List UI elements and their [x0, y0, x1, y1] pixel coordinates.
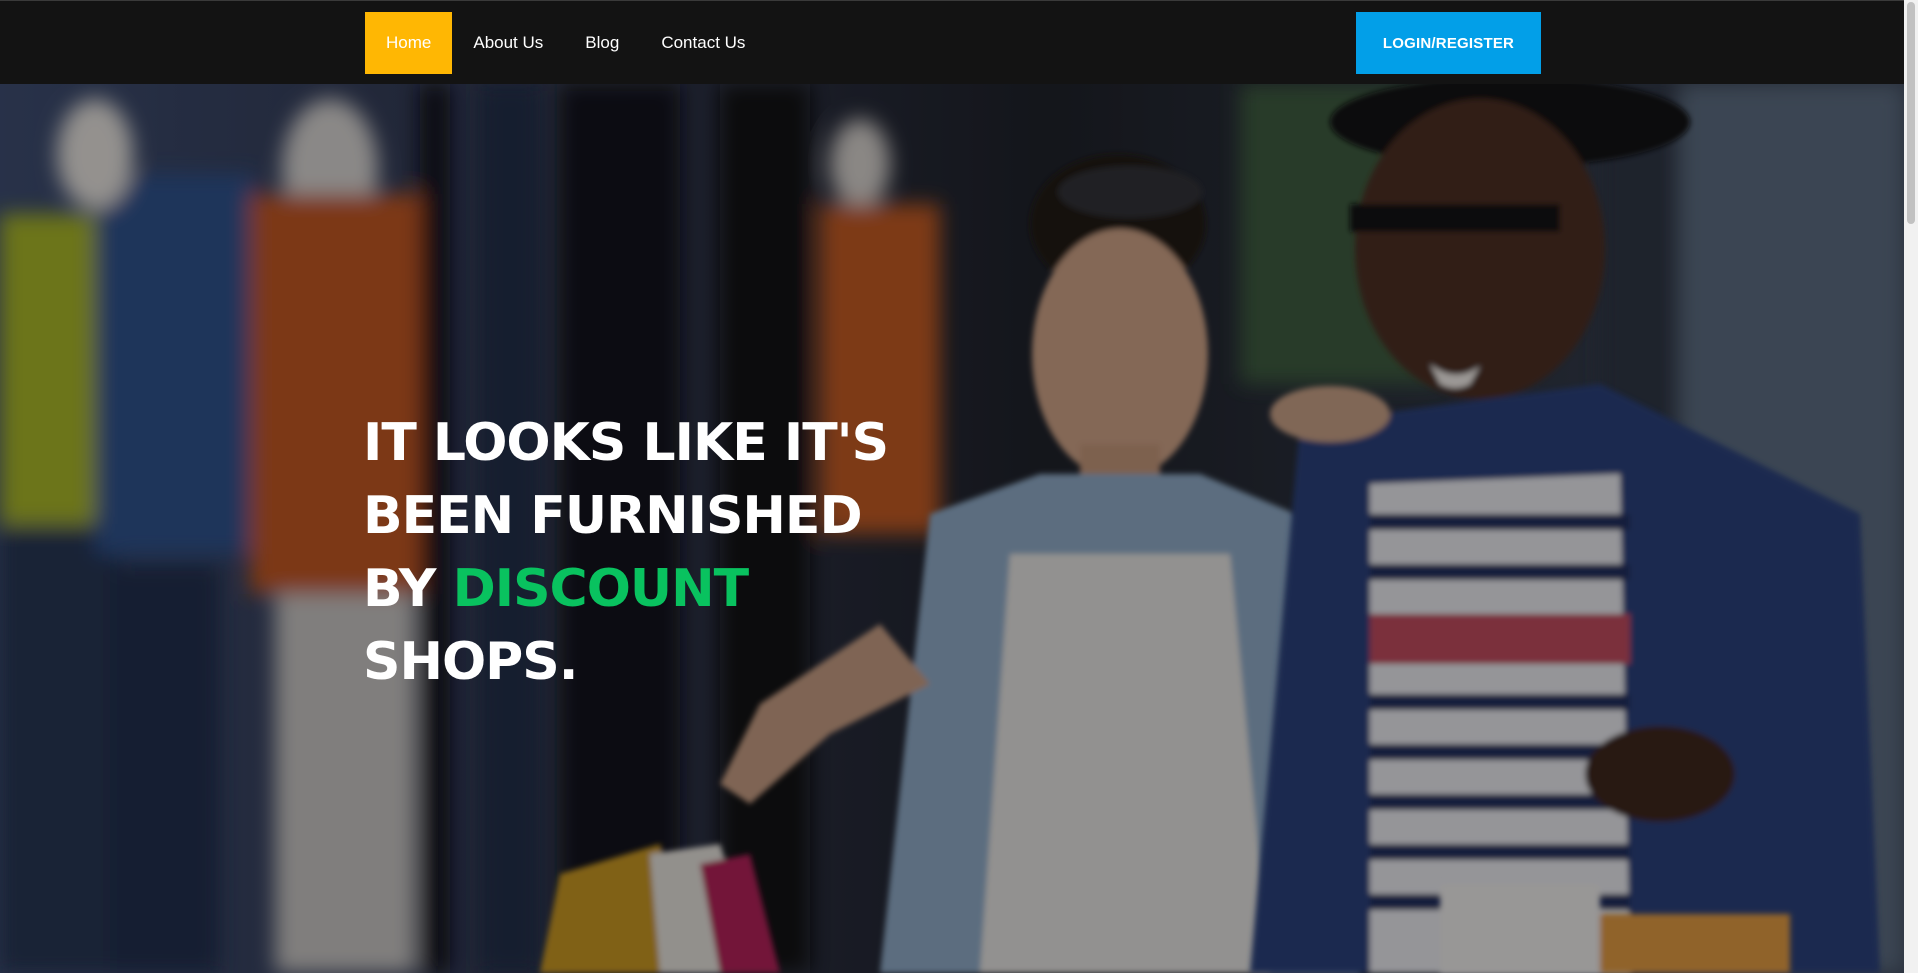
hero-heading: IT LOOKS LIKE IT'S BEEN FURNISHED BY DIS…: [363, 407, 889, 699]
login-register-button[interactable]: LOGIN/REGISTER: [1356, 12, 1541, 74]
main-nav: Home About Us Blog Contact Us: [365, 12, 766, 74]
hero-banner: IT LOOKS LIKE IT'S BEEN FURNISHED BY DIS…: [0, 84, 1904, 973]
hero-heading-line-4: SHOPS.: [363, 632, 579, 692]
nav-blog-link[interactable]: Blog: [564, 12, 640, 74]
hero-heading-accent: DISCOUNT: [452, 559, 750, 619]
nav-about-link[interactable]: About Us: [452, 12, 564, 74]
hero-heading-by: BY: [363, 559, 453, 619]
hero-heading-line-1: IT LOOKS LIKE IT'S: [363, 413, 889, 473]
hero-heading-line-2: BEEN FURNISHED: [363, 486, 863, 546]
nav-home-link[interactable]: Home: [365, 12, 453, 74]
nav-contact-link[interactable]: Contact Us: [640, 12, 766, 74]
hero-dark-overlay: [0, 84, 1904, 973]
page-scrollbar[interactable]: [1904, 0, 1918, 973]
hero-heading-line-3: BY DISCOUNT: [363, 553, 883, 626]
top-navbar: Home About Us Blog Contact Us LOGIN/REGI…: [0, 0, 1904, 84]
scrollbar-thumb[interactable]: [1907, 2, 1915, 224]
